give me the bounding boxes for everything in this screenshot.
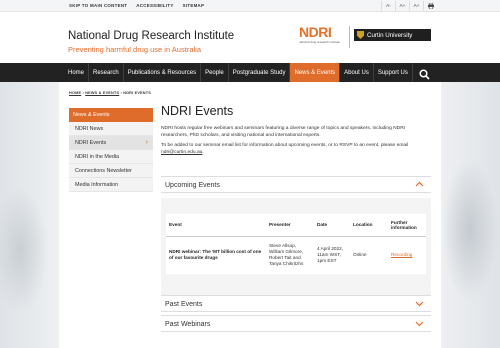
text-increase-button[interactable]: A+ (395, 1, 409, 11)
recording-link[interactable]: Recording (391, 252, 412, 257)
curtin-label: Curtin University (367, 31, 413, 39)
accordion-past-events[interactable]: Past Events (161, 295, 431, 312)
skip-link[interactable]: SKIP TO MAIN CONTENT (69, 3, 127, 8)
col-location: Location (350, 214, 388, 237)
cell-further: Recording (388, 236, 426, 274)
table-row: NDRI webinar: The 'MT billion cost of on… (166, 236, 426, 274)
col-date: Date (314, 214, 350, 237)
utility-bar: SKIP TO MAIN CONTENT ACCESSIBILITY SITEM… (0, 0, 500, 12)
col-presenter: Presenter (266, 214, 314, 237)
logo-divider (349, 26, 350, 48)
breadcrumb-home[interactable]: HOME (69, 91, 81, 95)
accordion-label: Upcoming Events (165, 182, 220, 189)
text-decrease-button[interactable]: A- (381, 1, 395, 11)
accordion-upcoming[interactable]: Upcoming Events (161, 176, 431, 193)
cell-presenter: Steve Allsop, William Gilmore, Robert Ta… (269, 243, 304, 267)
breadcrumb-current: NDRI EVENTS (123, 91, 151, 95)
page-body: HOME › NEWS & EVENTS › NDRI EVENTS News … (59, 82, 441, 348)
nav-postgraduate[interactable]: Postgraduate Study (229, 63, 291, 82)
cell-location: Online (353, 252, 367, 258)
sidenav-item-media-info[interactable]: Media Information (69, 178, 153, 192)
email-link[interactable]: ndri@curtin.edu.au (161, 150, 202, 155)
col-further: Further information (388, 214, 426, 237)
chevron-down-icon (415, 299, 424, 310)
text-large-button[interactable]: A+ (409, 1, 423, 11)
breadcrumb-news[interactable]: NEWS & EVENTS (85, 91, 119, 95)
intro-paragraph: NDRI hosts regular free webinars and sem… (161, 126, 406, 138)
sidenav-item-label: NDRI Events (75, 139, 107, 146)
nav-home[interactable]: Home (64, 63, 90, 82)
main-content: NDRI Events NDRI hosts regular free webi… (161, 104, 431, 156)
nav-support[interactable]: Support Us (374, 63, 413, 82)
breadcrumb-sep: › (120, 91, 122, 95)
site-title[interactable]: National Drug Research Institute (68, 30, 234, 42)
breadcrumb: HOME › NEWS & EVENTS › NDRI EVENTS (69, 91, 151, 95)
print-icon[interactable] (423, 1, 437, 11)
sidenav-head[interactable]: News & Events (69, 108, 153, 122)
accessibility-link[interactable]: ACCESSIBILITY (136, 3, 173, 8)
chevron-right-icon: › (145, 139, 148, 146)
events-table-panel: Event Presenter Date Location Further in… (161, 198, 431, 298)
cell-date: 4 April 2022, 11am WST, 1pm EST (317, 246, 344, 264)
breadcrumb-sep: › (82, 91, 84, 95)
ndri-logo[interactable]: NDRI national drug research institute (299, 25, 347, 51)
nav-research[interactable]: Research (89, 63, 124, 82)
nav-people[interactable]: People (201, 63, 229, 82)
sidenav-item-news[interactable]: NDRI News (69, 122, 153, 136)
nav-about[interactable]: About Us (340, 63, 374, 82)
email-prefix: To be added to our seminar email list fo… (161, 143, 409, 149)
curtin-logo[interactable]: Curtin University (354, 29, 431, 41)
curtin-shield-icon (357, 31, 364, 39)
chevron-down-icon (415, 319, 424, 330)
ndri-logo-word: NDRI (299, 24, 332, 40)
chevron-up-icon (415, 180, 424, 191)
events-table: Event Presenter Date Location Further in… (166, 214, 426, 274)
accordion-label: Past Events (165, 301, 203, 308)
col-event: Event (166, 214, 266, 237)
accordion-label: Past Webinars (165, 321, 211, 328)
sidenav-item-newsletter[interactable]: Connections Newsletter (69, 164, 153, 178)
site-header: National Drug Research Institute Prevent… (0, 12, 500, 63)
nav-news-events[interactable]: News & Events (290, 63, 341, 82)
site-tagline: Preventing harmful drug use in Australia (68, 45, 201, 54)
sidenav-item-media[interactable]: NDRI in the Media (69, 150, 153, 164)
page-title: NDRI Events (161, 104, 234, 118)
cell-event: NDRI webinar: The 'MT billion cost of on… (169, 249, 262, 261)
nav-publications[interactable]: Publications & Resources (124, 63, 202, 82)
main-nav: Home Research Publications & Resources P… (0, 63, 500, 82)
ndri-logo-sub: national drug research institute (299, 40, 341, 44)
accordion-past-webinars[interactable]: Past Webinars (161, 315, 431, 332)
email-suffix: . (202, 149, 204, 155)
sitemap-link[interactable]: SITEMAP (183, 3, 205, 8)
side-nav: News & Events NDRI News NDRI Events › ND… (69, 108, 153, 192)
sidenav-item-events[interactable]: NDRI Events › (69, 136, 153, 150)
search-icon[interactable] (419, 67, 430, 80)
email-paragraph: To be added to our seminar email list fo… (161, 143, 431, 156)
